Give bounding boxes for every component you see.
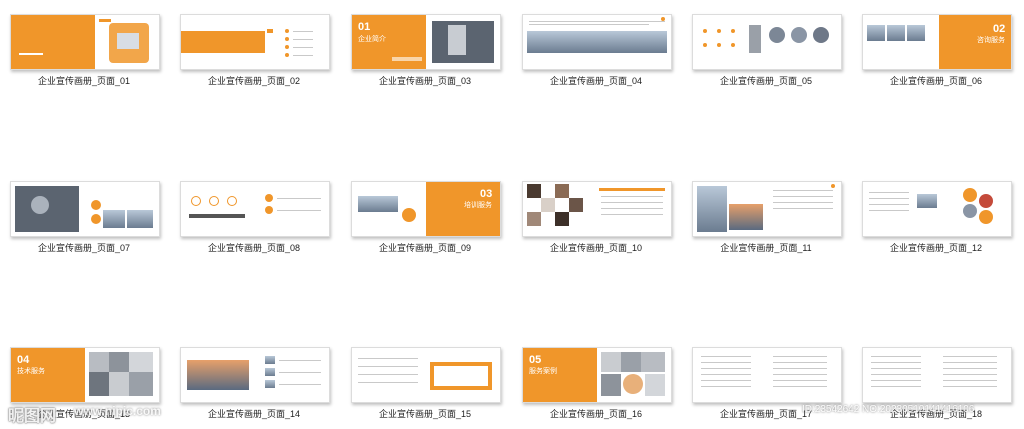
thumbnail-item[interactable]: 企业宣传画册_页面_08: [180, 181, 330, 253]
page-thumbnail[interactable]: 01 企业简介: [351, 14, 501, 70]
page-caption: 企业宣传画册_页面_12: [889, 243, 983, 253]
watermark-id: ID:23542642 NO:20230510141416106: [802, 404, 975, 415]
thumbnail-item[interactable]: 企业宣传画册_页面_07: [10, 181, 160, 253]
page-thumbnail[interactable]: [522, 14, 672, 70]
watermark-logo: 昵图网: [8, 408, 57, 425]
page-thumbnail[interactable]: 05 服务案例: [522, 347, 672, 403]
thumbnail-item[interactable]: 企业宣传画册_页面_10: [522, 181, 672, 253]
page-caption: 企业宣传画册_页面_04: [549, 76, 643, 86]
thumbnail-item[interactable]: 05 服务案例 企业宣传画册_页面_16: [522, 347, 672, 419]
thumbnail-item[interactable]: 企业宣传画册_页面_04: [522, 14, 672, 86]
thumbnail-item[interactable]: 企业宣传画册_页面_05: [692, 14, 842, 86]
thumbnail-item[interactable]: 企业宣传画册_页面_12: [862, 181, 1012, 253]
page-thumbnail[interactable]: [10, 181, 160, 237]
page-caption: 企业宣传画册_页面_01: [37, 76, 131, 86]
thumbnail-grid: 企业宣传画册_页面_01 企业宣传画册_页面_02 01 企业简介 企业宣传画册…: [0, 0, 1024, 429]
page-caption: 企业宣传画册_页面_15: [378, 409, 472, 419]
page-caption: 企业宣传画册_页面_11: [720, 243, 812, 253]
page-thumbnail[interactable]: [692, 347, 842, 403]
thumbnail-item[interactable]: 01 企业简介 企业宣传画册_页面_03: [351, 14, 501, 86]
page-caption: 企业宣传画册_页面_14: [207, 409, 301, 419]
page-thumbnail[interactable]: [180, 181, 330, 237]
thumbnail-item[interactable]: 企业宣传画册_页面_11: [692, 181, 842, 253]
watermark-url: www.nipic.com: [74, 404, 161, 418]
thumbnail-item[interactable]: 企业宣传画册_页面_18: [862, 347, 1012, 419]
page-thumbnail[interactable]: [692, 14, 842, 70]
page-caption: 企业宣传画册_页面_02: [207, 76, 301, 86]
page-thumbnail[interactable]: [522, 181, 672, 237]
page-thumbnail[interactable]: [351, 347, 501, 403]
page-caption: 企业宣传画册_页面_05: [719, 76, 813, 86]
thumbnail-item[interactable]: 03 培训服务 企业宣传画册_页面_09: [351, 181, 501, 253]
thumbnail-item[interactable]: 04 技术服务 企业宣传画册_页面_13: [10, 347, 160, 419]
thumbnail-item[interactable]: 企业宣传画册_页面_14: [180, 347, 330, 419]
page-thumbnail[interactable]: 04 技术服务: [10, 347, 160, 403]
page-caption: 企业宣传画册_页面_06: [889, 76, 983, 86]
page-caption: 企业宣传画册_页面_08: [207, 243, 301, 253]
thumbnail-item[interactable]: 企业宣传画册_页面_02: [180, 14, 330, 86]
page-thumbnail[interactable]: 02 咨询服务: [862, 14, 1012, 70]
page-thumbnail[interactable]: [180, 14, 330, 70]
thumbnail-item[interactable]: 企业宣传画册_页面_17: [692, 347, 842, 419]
page-thumbnail[interactable]: 03 培训服务: [351, 181, 501, 237]
thumbnail-item[interactable]: 企业宣传画册_页面_01: [10, 14, 160, 86]
page-caption: 企业宣传画册_页面_09: [378, 243, 472, 253]
page-caption: 企业宣传画册_页面_07: [37, 243, 131, 253]
page-thumbnail[interactable]: [10, 14, 160, 70]
page-thumbnail[interactable]: [692, 181, 842, 237]
page-caption: 企业宣传画册_页面_10: [549, 243, 643, 253]
page-caption: 企业宣传画册_页面_16: [549, 409, 643, 419]
thumbnail-item[interactable]: 企业宣传画册_页面_15: [351, 347, 501, 419]
page-caption: 企业宣传画册_页面_03: [378, 76, 472, 86]
page-thumbnail[interactable]: [180, 347, 330, 403]
page-thumbnail[interactable]: [862, 347, 1012, 403]
thumbnail-item[interactable]: 02 咨询服务 企业宣传画册_页面_06: [862, 14, 1012, 86]
page-thumbnail[interactable]: [862, 181, 1012, 237]
